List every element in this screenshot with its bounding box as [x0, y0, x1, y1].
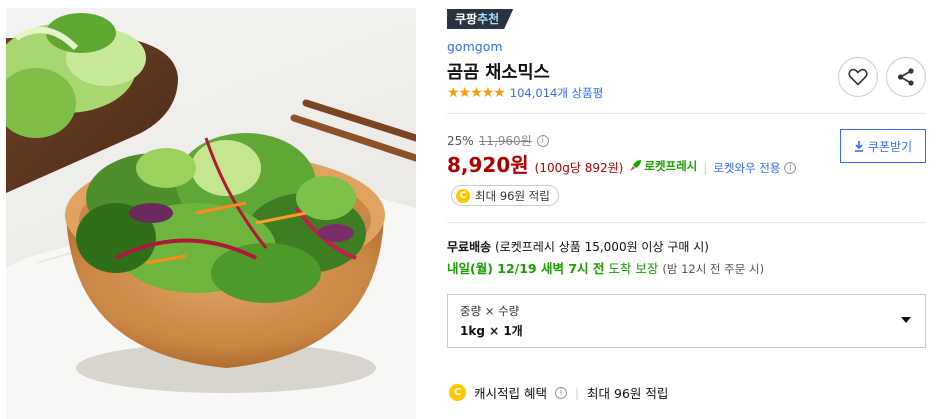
coupang-recommend-badge: 쿠팡추천: [447, 9, 513, 29]
reward-label: 최대 96원 적립: [475, 188, 550, 203]
favorite-button[interactable]: [838, 57, 878, 97]
unit-price: (100g당 892원): [534, 161, 624, 175]
salad-bowl-illustration: [6, 13, 416, 419]
free-shipping-label: 무료배송: [447, 240, 492, 254]
share-icon: [897, 68, 914, 86]
cash-info-icon[interactable]: i: [554, 386, 567, 399]
coin-icon: C: [449, 384, 466, 401]
divider: [447, 222, 926, 223]
discount-rate: 25%: [447, 133, 474, 148]
free-shipping-row: 무료배송 (로켓프레시 상품 15,000원 이상 구매 시): [447, 238, 709, 255]
rating-row[interactable]: ★★★★★ 104,014개 상품평: [447, 85, 603, 101]
wow-info-icon[interactable]: i: [784, 162, 797, 174]
star-rating: ★★★★★: [447, 85, 506, 101]
cash-reward-label: 캐시적립 혜택: [474, 386, 547, 401]
badge-prefix: 쿠팡: [455, 12, 478, 26]
star-rating-icons: ★★★★★: [447, 85, 506, 101]
arrival-guarantee: 도착 보장: [608, 261, 659, 276]
product-info-panel: 쿠팡추천 gomgom 곰곰 채소믹스 ★★★★★ 104,014개 상품평 2…: [446, 0, 936, 419]
download-icon: [854, 140, 863, 152]
badge-highlight: 추천: [477, 12, 500, 26]
discount-row: 25% 11,960원 i: [447, 132, 549, 149]
arrival-row: 내일(월) 12/19 새벽 7시 전 도착 보장 (밤 12시 전 주문 시): [447, 258, 764, 277]
price-row: 8,920원 (100g당 892원) 로켓프레시 | 로켓와우 전용 i: [447, 149, 797, 178]
brand-link[interactable]: gomgom: [447, 39, 503, 54]
divider: [447, 113, 926, 114]
caret-down-icon: [901, 317, 911, 323]
free-shipping-condition: (로켓프레시 상품 15,000원 이상 구매 시): [495, 240, 709, 254]
coupon-label: 쿠폰받기: [867, 139, 913, 154]
product-title: 곰곰 채소믹스: [447, 63, 550, 83]
sale-price: 8,920원: [447, 153, 529, 177]
separator: |: [574, 385, 580, 400]
option-value: 1kg × 1개: [460, 324, 523, 338]
option-label: 중량 × 수량: [460, 304, 520, 318]
rocket-fresh-badge: 로켓프레시: [629, 158, 697, 174]
rocket-wow-label: 로켓와우 전용: [713, 161, 781, 175]
original-price: 11,960원: [478, 134, 532, 148]
arrival-date: 내일(월) 12/19 새벽 7시 전: [447, 261, 605, 276]
price-info-icon[interactable]: i: [536, 134, 549, 147]
cash-reward-row: C 캐시적립 혜택 i | 최대 96원 적립: [449, 383, 668, 402]
cash-reward-amount: 최대 96원 적립: [587, 386, 669, 401]
product-image[interactable]: [6, 8, 416, 419]
review-count-link[interactable]: 104,014개 상품평: [510, 85, 604, 101]
coin-icon: C: [456, 188, 470, 203]
rocket-fresh-label: 로켓프레시: [644, 158, 698, 173]
rocket-icon: [630, 160, 642, 171]
share-button[interactable]: [886, 57, 926, 97]
coupon-download-button[interactable]: 쿠폰받기: [840, 129, 926, 163]
order-deadline: (밤 12시 전 주문 시): [662, 262, 765, 276]
rocket-wow-only: 로켓와우 전용 i: [713, 160, 797, 176]
heart-icon: [848, 68, 868, 86]
separator: |: [703, 161, 708, 175]
option-select[interactable]: 중량 × 수량 1kg × 1개: [447, 294, 926, 348]
reward-pill: C 최대 96원 적립: [451, 185, 559, 206]
